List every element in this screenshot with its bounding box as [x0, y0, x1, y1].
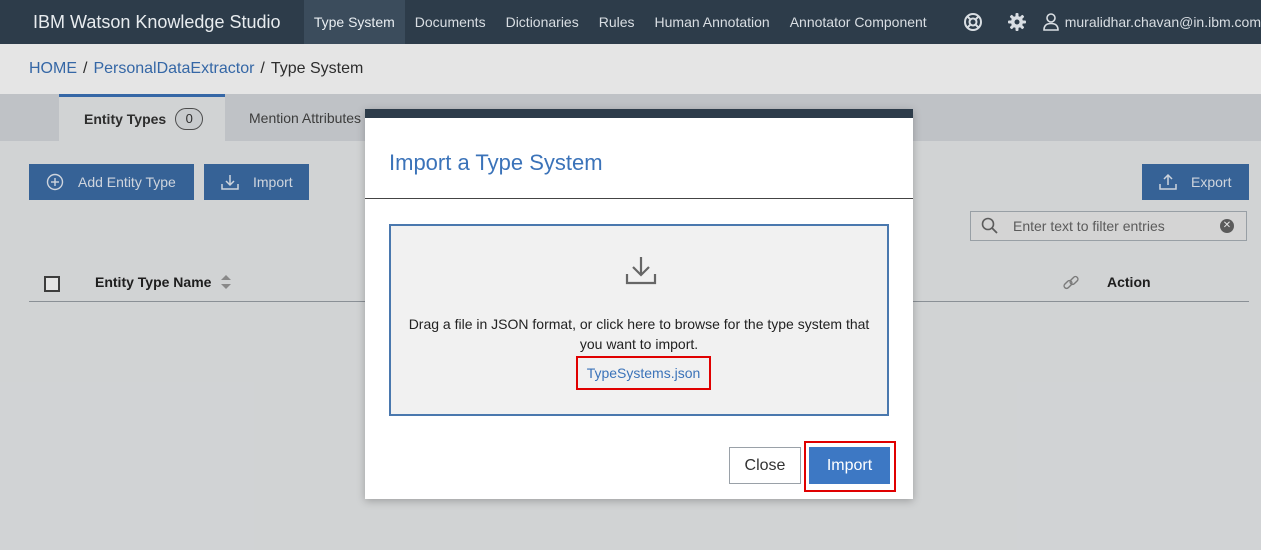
user-icon: [1042, 13, 1059, 31]
nav-type-system[interactable]: Type System: [303, 0, 405, 44]
main-nav: Type System Documents Dictionaries Rules…: [303, 0, 937, 44]
import-type-system-dialog: Import a Type System Drag a file in JSON…: [365, 109, 913, 499]
user-email: muralidhar.chavan@in.ibm.com: [1064, 14, 1261, 30]
dropzone-instructions: Drag a file in JSON format, or click her…: [408, 316, 870, 352]
nav-annotator-component[interactable]: Annotator Component: [780, 0, 937, 44]
nav-dictionaries[interactable]: Dictionaries: [496, 0, 589, 44]
dialog-title: Import a Type System: [389, 150, 603, 175]
dialog-import-button[interactable]: Import: [809, 447, 890, 484]
nav-human-annotation[interactable]: Human Annotation: [645, 0, 780, 44]
nav-documents[interactable]: Documents: [405, 0, 496, 44]
selected-file-name: TypeSystems.json: [576, 356, 711, 390]
nav-rules[interactable]: Rules: [589, 0, 645, 44]
gear-icon[interactable]: [995, 0, 1039, 44]
dialog-divider: [365, 198, 913, 199]
top-navigation-bar: IBM Watson Knowledge Studio Type System …: [0, 0, 1261, 44]
file-dropzone[interactable]: Drag a file in JSON format, or click her…: [389, 224, 889, 416]
help-icon[interactable]: [951, 0, 995, 44]
user-menu[interactable]: muralidhar.chavan@in.ibm.com: [1042, 13, 1261, 31]
download-icon: [625, 254, 657, 291]
brand-name: Watson Knowledge Studio: [70, 11, 281, 32]
close-button[interactable]: Close: [729, 447, 801, 484]
app-brand[interactable]: IBM Watson Knowledge Studio: [0, 12, 304, 33]
brand-prefix: IBM: [33, 11, 66, 32]
